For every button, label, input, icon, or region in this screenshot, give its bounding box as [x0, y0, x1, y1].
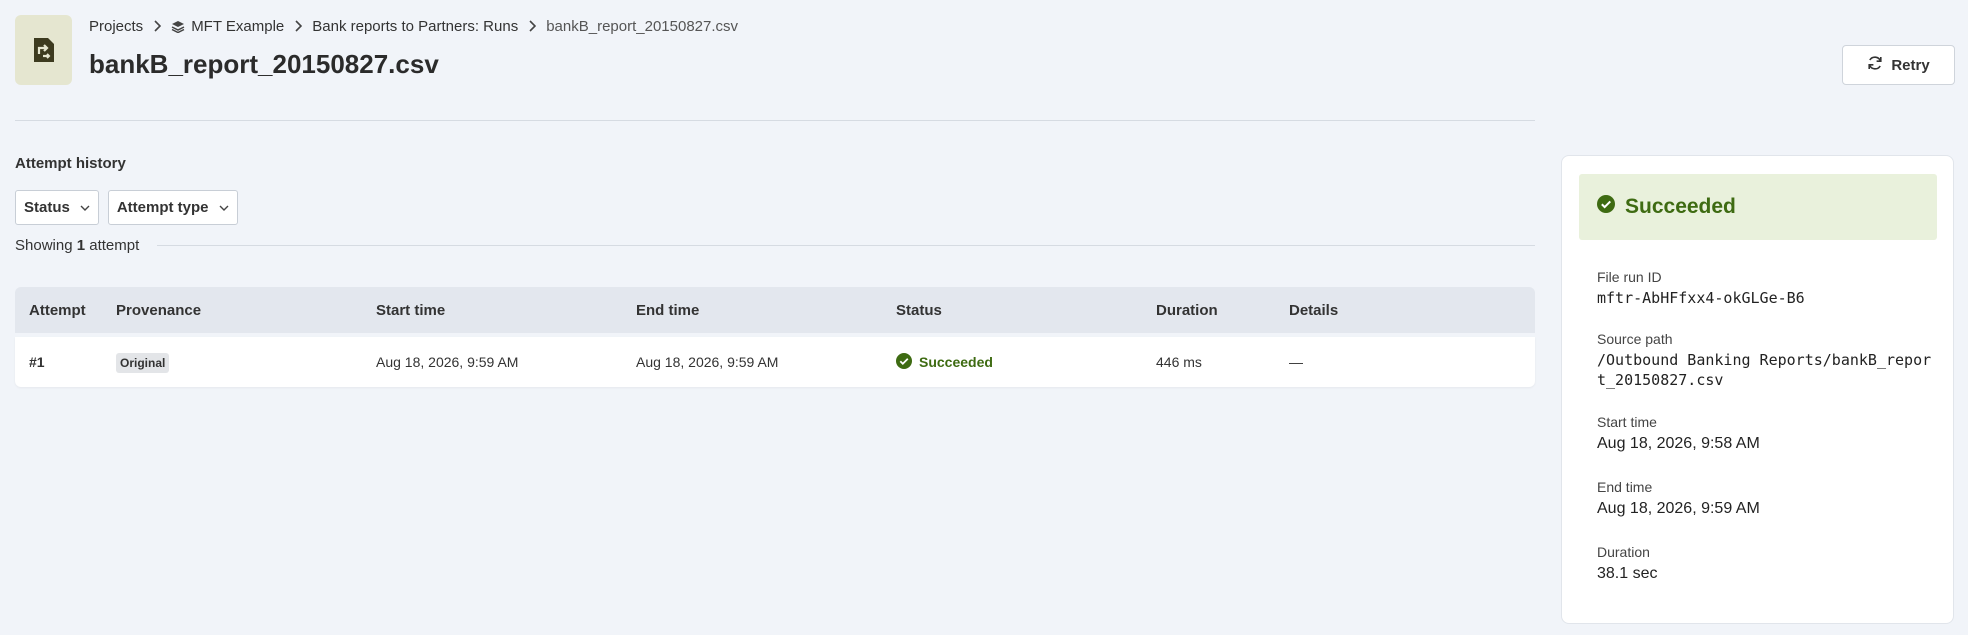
retry-button[interactable]: Retry	[1842, 45, 1955, 85]
run-summary-panel: Succeeded File run ID mftr-AbHFfxx4-okGL…	[1561, 155, 1954, 624]
duration-field: Duration 38.1 sec	[1597, 544, 1937, 583]
chevron-right-icon	[294, 20, 303, 32]
column-header-details: Details	[1289, 301, 1339, 319]
column-header-provenance: Provenance	[116, 301, 202, 319]
end-time-cell: Aug 18, 2026, 9:59 AM	[636, 354, 779, 370]
breadcrumb-projects[interactable]: Projects	[89, 18, 143, 35]
filter-bar: Status Attempt type	[15, 190, 238, 225]
page-title: bankB_report_20150827.csv	[89, 49, 439, 79]
column-header-end-time: End time	[636, 301, 700, 319]
check-circle-icon	[1597, 195, 1615, 219]
duration-value: 38.1 sec	[1597, 565, 1658, 582]
attempt-type-filter-dropdown[interactable]: Attempt type	[107, 190, 238, 225]
status-banner: Succeeded	[1579, 174, 1937, 240]
column-header-duration: Duration	[1156, 301, 1218, 319]
breadcrumb: Projects MFT Example Bank reports to Par…	[89, 15, 738, 37]
page-header: Projects MFT Example Bank reports to Par…	[15, 15, 1955, 120]
source-path-value: /Outbound Banking Reports/bankB_report_2…	[1597, 351, 1932, 389]
chevron-right-icon	[528, 20, 537, 32]
start-time-label: Start time	[1597, 414, 1657, 430]
table-header: Attempt Provenance Start time End time S…	[15, 287, 1535, 333]
provenance-cell: Original	[116, 353, 170, 373]
status-filter-label: Status	[24, 199, 70, 216]
layers-icon	[171, 20, 185, 33]
end-time-field: End time Aug 18, 2026, 9:59 AM	[1597, 479, 1937, 518]
file-run-id-label: File run ID	[1597, 269, 1662, 285]
attempt-history-section: Attempt history Status Attempt type Show…	[15, 155, 1535, 387]
showing-suffix: attempt	[89, 237, 140, 254]
start-time-field: Start time Aug 18, 2026, 9:58 AM	[1597, 414, 1937, 453]
file-transfer-icon	[15, 15, 72, 85]
chevron-right-icon	[153, 20, 162, 32]
duration-cell: 446 ms	[1156, 354, 1202, 370]
status-label: Succeeded	[919, 354, 993, 370]
section-title: Attempt history	[15, 155, 126, 172]
end-time-value: Aug 18, 2026, 9:59 AM	[1597, 500, 1760, 517]
status-filter-dropdown[interactable]: Status	[15, 190, 99, 225]
showing-count: 1	[76, 237, 86, 254]
chevron-down-icon	[219, 199, 229, 216]
attempt-number: #1	[29, 354, 45, 370]
attempts-table: Attempt Provenance Start time End time S…	[15, 287, 1535, 387]
column-header-attempt: Attempt	[29, 301, 86, 319]
check-circle-icon	[896, 352, 912, 372]
source-path-field: Source path /Outbound Banking Reports/ba…	[1597, 331, 1937, 390]
details-cell: —	[1289, 354, 1303, 370]
result-count: Showing 1 attempt	[15, 237, 1535, 254]
result-count-divider	[157, 245, 1535, 246]
chevron-down-icon	[80, 199, 90, 216]
table-row[interactable]: #1 Original Aug 18, 2026, 9:59 AM Aug 18…	[15, 337, 1535, 387]
breadcrumb-current: bankB_report_20150827.csv	[546, 17, 739, 35]
source-path-label: Source path	[1597, 331, 1673, 347]
refresh-icon	[1867, 55, 1883, 75]
retry-label: Retry	[1891, 56, 1930, 74]
file-run-id-value: mftr-AbHFfxx4-okGLGe-B6	[1597, 289, 1805, 307]
status-cell: Succeeded	[896, 352, 993, 372]
provenance-badge: Original	[116, 353, 170, 373]
end-time-label: End time	[1597, 479, 1653, 495]
status-banner-label: Succeeded	[1625, 195, 1736, 218]
start-time-cell: Aug 18, 2026, 9:59 AM	[376, 354, 519, 370]
column-header-start-time: Start time	[376, 301, 446, 319]
header-divider	[15, 120, 1535, 121]
breadcrumb-project[interactable]: MFT Example	[191, 18, 284, 35]
column-header-status: Status	[896, 301, 942, 319]
showing-prefix: Showing	[15, 237, 73, 254]
duration-label: Duration	[1597, 544, 1650, 560]
file-run-id-field: File run ID mftr-AbHFfxx4-okGLGe-B6	[1597, 269, 1937, 308]
attempt-type-filter-label: Attempt type	[116, 199, 209, 216]
start-time-value: Aug 18, 2026, 9:58 AM	[1597, 435, 1760, 452]
breadcrumb-runs[interactable]: Bank reports to Partners: Runs	[312, 18, 518, 35]
